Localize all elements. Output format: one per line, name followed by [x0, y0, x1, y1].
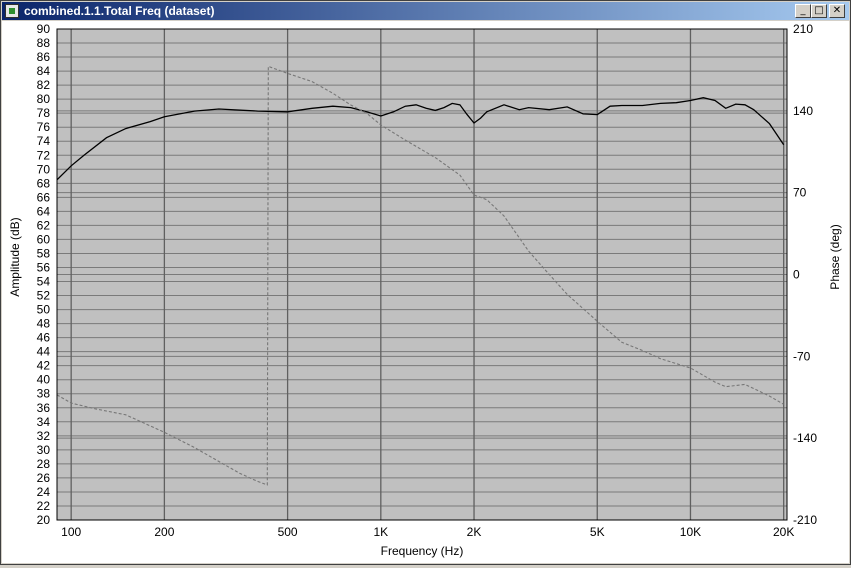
maximize-button[interactable]: □: [811, 4, 827, 18]
y-tick-label: 76: [37, 120, 51, 134]
y-tick-label: 38: [37, 387, 51, 401]
y-tick-label: 52: [37, 289, 51, 303]
x-tick-label: 100: [61, 525, 81, 539]
y-tick-label: 58: [37, 246, 51, 260]
y-axis-label: Amplitude (dB): [8, 217, 22, 296]
y-tick-label: 84: [37, 64, 51, 78]
close-button[interactable]: ✕: [829, 4, 845, 18]
title-bar[interactable]: combined.1.1.Total Freq (dataset) _ □ ✕: [2, 2, 849, 20]
y-tick-label: 60: [37, 232, 51, 246]
y-tick-label: 68: [37, 176, 51, 190]
y-tick-label: 56: [37, 260, 51, 274]
y-tick-label: 74: [37, 134, 51, 148]
y2-tick-label: -210: [793, 513, 817, 527]
y2-tick-label: 140: [793, 104, 813, 118]
y-tick-label: 48: [37, 317, 51, 331]
frequency-response-chart: 2022242628303234363840424446485052545658…: [8, 22, 842, 558]
window-title: combined.1.1.Total Freq (dataset): [24, 4, 215, 18]
y-tick-label: 62: [37, 218, 51, 232]
y-tick-label: 66: [37, 190, 51, 204]
y-tick-label: 20: [37, 513, 51, 527]
y-tick-label: 46: [37, 331, 51, 345]
y-tick-label: 24: [37, 485, 51, 499]
y-tick-label: 36: [37, 401, 51, 415]
x-tick-label: 20K: [773, 525, 794, 539]
x-tick-label: 200: [154, 525, 174, 539]
y-tick-label: 22: [37, 499, 51, 513]
minimize-button[interactable]: _: [795, 4, 811, 18]
x-axis-label: Frequency (Hz): [381, 544, 464, 558]
y-tick-label: 32: [37, 429, 51, 443]
x-tick-label: 2K: [467, 525, 482, 539]
y-tick-label: 86: [37, 50, 51, 64]
y-tick-label: 26: [37, 471, 51, 485]
x-tick-label: 10K: [680, 525, 701, 539]
chart-area: 20 22 24 26 28 30 32 34 36 38 40 42 44 46 48 50 52 54 56 58…: [2, 21, 849, 563]
y-tick-label: 28: [37, 457, 51, 471]
y2-axis-label: Phase (deg): [828, 224, 842, 289]
y-tick-label: 34: [37, 415, 51, 429]
y-tick-label: 78: [37, 106, 51, 120]
y-tick-label: 88: [37, 36, 51, 50]
y-tick-label: 72: [37, 148, 51, 162]
y2-tick-label: -70: [793, 349, 811, 363]
chart-window: combined.1.1.Total Freq (dataset) _ □ ✕ …: [0, 0, 851, 565]
app-icon[interactable]: [5, 4, 19, 18]
y2-tick-label: -140: [793, 431, 817, 445]
y-tick-label: 42: [37, 359, 51, 373]
y-tick-label: 70: [37, 162, 51, 176]
y-tick-label: 64: [37, 204, 51, 218]
y-tick-label: 30: [37, 443, 51, 457]
y-tick-label: 54: [37, 275, 51, 289]
y2-tick-label: 70: [793, 186, 807, 200]
y-tick-label: 44: [37, 345, 51, 359]
y-tick-label: 40: [37, 373, 51, 387]
x-tick-label: 500: [278, 525, 298, 539]
y-tick-label: 82: [37, 78, 51, 92]
y-tick-label: 90: [37, 22, 51, 36]
y2-tick-label: 0: [793, 268, 800, 282]
y-axis-ticks: 2022242628303234363840424446485052545658…: [37, 22, 51, 527]
x-axis-ticks: 100 200 500 1K 2K 5K 10K 20K: [61, 525, 794, 539]
x-tick-label: 1K: [373, 525, 388, 539]
y2-axis-ticks: 210 140 70 0 -70 -140 -210: [793, 22, 817, 527]
y-tick-label: 50: [37, 303, 51, 317]
y2-tick-label: 210: [793, 22, 813, 36]
x-tick-label: 5K: [590, 525, 605, 539]
y-tick-label: 80: [37, 92, 51, 106]
